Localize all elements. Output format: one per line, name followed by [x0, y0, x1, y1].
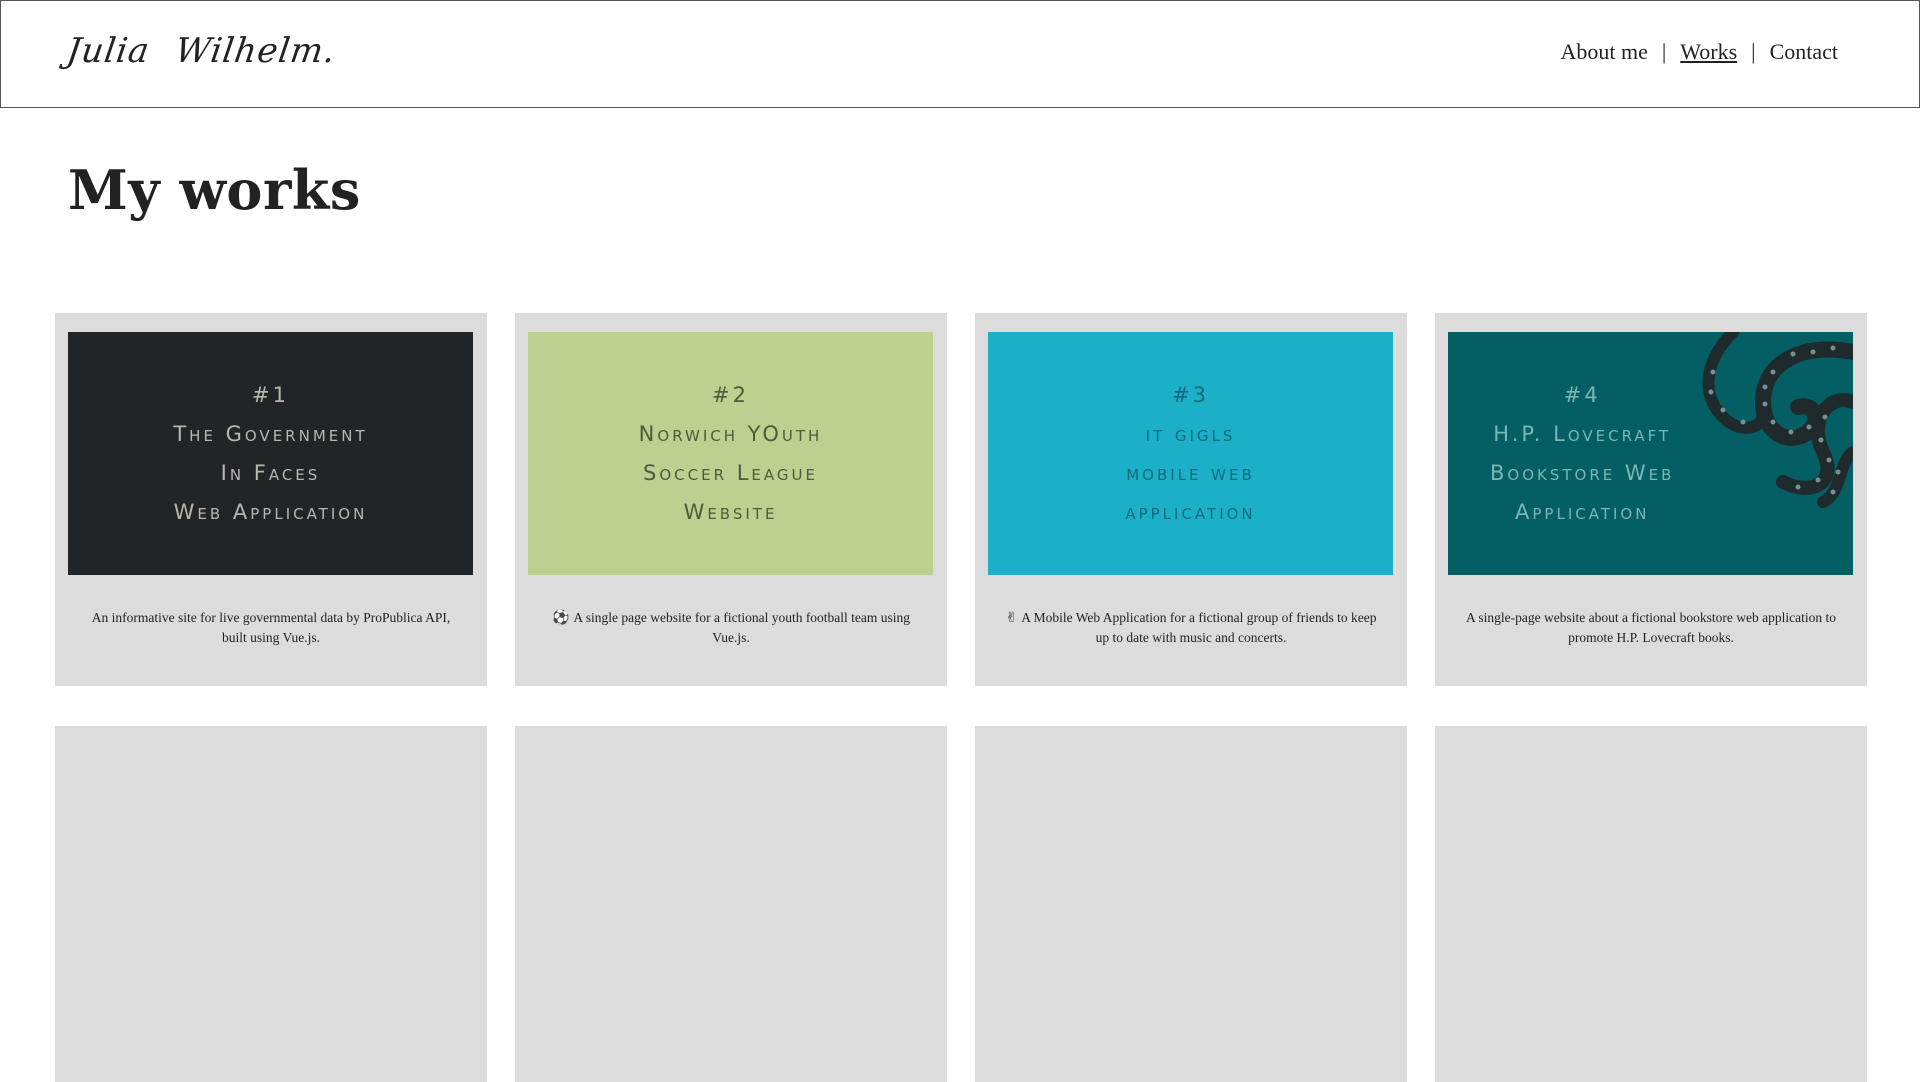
- work-description: A single-page website about a fictional …: [1463, 608, 1839, 648]
- nav-about-link[interactable]: About me: [1560, 39, 1647, 65]
- thumbnail-line: The Government: [173, 421, 368, 446]
- work-card-placeholder: [515, 726, 947, 1082]
- work-description-text: An informative site for live governmenta…: [91, 610, 451, 645]
- thumbnail-line: #2: [712, 382, 749, 407]
- nav-works-link[interactable]: Works: [1680, 39, 1737, 65]
- works-grid: #1 The Government In Faces Web Applicati…: [55, 313, 1867, 1082]
- work-description: An informative site for live governmenta…: [83, 608, 459, 648]
- work-thumbnail-4[interactable]: #4 H.P. Lovecraft Bookstore Web Applicat…: [1448, 332, 1853, 575]
- logo-signature[interactable]: Julia Wilhelm.: [64, 31, 364, 71]
- thumbnail-line: Norwich YOuth: [638, 421, 823, 446]
- work-thumbnail-2[interactable]: #2 Norwich YOuth Soccer League Website: [528, 332, 933, 575]
- thumbnail-line: #4: [1563, 382, 1601, 407]
- work-card-placeholder: [55, 726, 487, 1082]
- site-header: Julia Wilhelm. About me | Works | Contact: [0, 0, 1920, 108]
- thumbnail-line: it gigls: [1145, 421, 1236, 446]
- thumbnail-title: #1 The Government In Faces Web Applicati…: [173, 376, 367, 532]
- nav-contact-link[interactable]: Contact: [1770, 39, 1838, 65]
- main-nav: About me | Works | Contact: [1560, 39, 1838, 65]
- thumbnail-line: Bookstore Web: [1490, 460, 1675, 485]
- thumbnail-line: #1: [252, 382, 289, 407]
- nav-separator: |: [1751, 39, 1756, 64]
- work-thumbnail-1[interactable]: #1 The Government In Faces Web Applicati…: [68, 332, 473, 575]
- work-thumbnail-3[interactable]: #3 it gigls mobile web application: [988, 332, 1393, 575]
- thumbnail-line: #3: [1172, 382, 1209, 407]
- logo-last-name: Wilhelm.: [172, 31, 339, 71]
- work-card-placeholder: [1435, 726, 1867, 1082]
- thumbnail-line: H.P. Lovecraft: [1493, 421, 1672, 446]
- thumbnail-title: #3 it gigls mobile web application: [1125, 376, 1255, 532]
- page-title: My works: [68, 158, 361, 222]
- thumbnail-line: In Faces: [220, 460, 321, 485]
- thumbnail-line: Web Application: [173, 499, 368, 524]
- work-card-3[interactable]: #3 it gigls mobile web application ✌ A Mo…: [975, 313, 1407, 686]
- work-description: ⚽ A single page website for a fictional y…: [543, 608, 919, 648]
- nav-separator: |: [1661, 39, 1667, 64]
- thumbnail-title: #4 H.P. Lovecraft Bookstore Web Applicat…: [1490, 376, 1674, 532]
- logo-first-name: Julia: [64, 31, 153, 71]
- thumbnail-line: application: [1125, 499, 1256, 524]
- work-description: ✌ A Mobile Web Application for a fictiona…: [1003, 608, 1379, 648]
- work-description-text: A single-page website about a fictional …: [1465, 610, 1837, 645]
- work-card-2[interactable]: #2 Norwich YOuth Soccer League Website ⚽…: [515, 313, 947, 686]
- work-card-placeholder: [975, 726, 1407, 1082]
- rock-hand-icon: ✌: [1005, 610, 1018, 626]
- thumbnail-line: Soccer League: [643, 460, 818, 485]
- thumbnail-line: mobile web: [1126, 460, 1255, 485]
- work-description-text: A single page website for a fictional yo…: [573, 610, 911, 645]
- work-card-1[interactable]: #1 The Government In Faces Web Applicati…: [55, 313, 487, 686]
- thumbnail-title: #2 Norwich YOuth Soccer League Website: [639, 376, 823, 532]
- thumbnail-line: Website: [683, 499, 778, 524]
- thumbnail-line: Application: [1515, 499, 1650, 524]
- work-card-4[interactable]: #4 H.P. Lovecraft Bookstore Web Applicat…: [1435, 313, 1867, 686]
- soccer-ball-icon: ⚽: [551, 610, 570, 626]
- work-description-text: A Mobile Web Application for a fictional…: [1021, 610, 1377, 645]
